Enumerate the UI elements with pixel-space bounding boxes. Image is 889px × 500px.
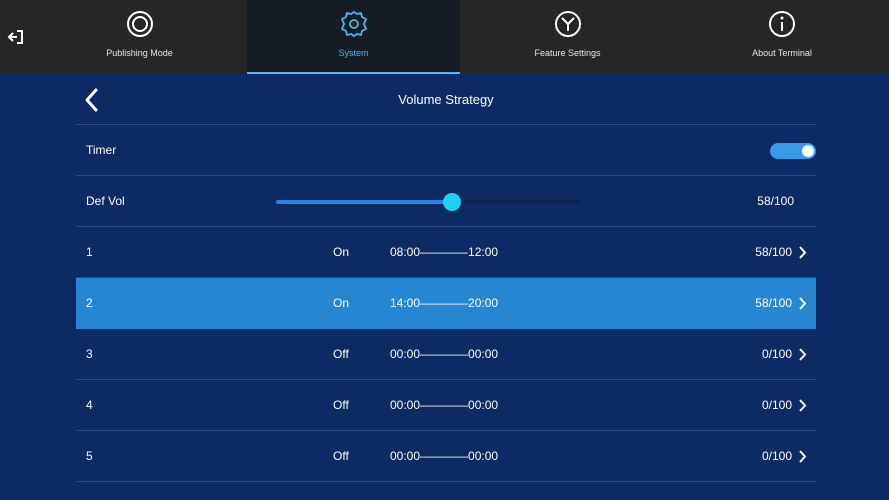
volume-slider-thumb[interactable] xyxy=(442,193,461,211)
timer-label: Timer xyxy=(86,143,117,157)
publishing-mode-icon xyxy=(126,11,153,37)
schedule-volume: 58/100 xyxy=(755,296,792,310)
chevron-right-icon xyxy=(799,399,807,412)
exit-button[interactable] xyxy=(0,0,32,74)
feature-settings-icon xyxy=(554,11,581,37)
chevron-right-icon xyxy=(799,348,807,361)
chevron-left-icon xyxy=(85,88,98,112)
schedule-state: On xyxy=(333,245,350,259)
schedule-time-range: 14:00————20:00 xyxy=(390,296,499,310)
page-title: Volume Strategy xyxy=(398,92,494,107)
schedule-volume: 0/100 xyxy=(761,347,792,361)
schedule-time-range: 00:00————00:00 xyxy=(390,398,499,412)
schedule-row[interactable]: 1 On 08:00————12:00 58/100 xyxy=(76,227,816,278)
schedule-index: 4 xyxy=(86,398,93,412)
schedule-index: 3 xyxy=(86,347,93,361)
gear-icon xyxy=(340,11,367,37)
schedule-state: Off xyxy=(333,347,349,361)
schedule-state: Off xyxy=(333,398,349,412)
def-vol-label: Def Vol xyxy=(86,194,125,208)
info-icon xyxy=(769,11,795,37)
schedule-index: 5 xyxy=(86,449,93,463)
schedule-state: On xyxy=(333,296,350,310)
schedule-time-range: 00:00————00:00 xyxy=(390,347,499,361)
def-vol-value: 58/100 xyxy=(757,194,794,208)
timer-row: Timer xyxy=(76,125,816,176)
tab-label: About Terminal xyxy=(752,48,812,58)
chevron-right-icon xyxy=(799,297,807,310)
tab-label: System xyxy=(338,48,369,58)
def-vol-row: Def Vol 58/100 xyxy=(76,176,816,227)
tab-publishing-mode[interactable]: Publishing Mode xyxy=(32,0,247,74)
volume-slider-fill xyxy=(276,200,452,204)
tab-feature-settings[interactable]: Feature Settings xyxy=(460,0,675,74)
tab-system[interactable]: System xyxy=(247,0,460,74)
schedule-volume: 0/100 xyxy=(761,398,792,412)
schedule-row[interactable]: 3 Off 00:00————00:00 0/100 xyxy=(76,329,816,380)
tab-about-terminal[interactable]: About Terminal xyxy=(675,0,889,74)
schedule-row[interactable]: 5 Off 00:00————00:00 0/100 xyxy=(76,431,816,482)
schedule-time-range: 08:00————12:00 xyxy=(390,245,499,259)
chevron-right-icon xyxy=(799,450,807,463)
back-button[interactable] xyxy=(80,87,104,113)
page-header: Volume Strategy xyxy=(76,74,816,125)
tab-label: Publishing Mode xyxy=(106,48,173,58)
exit-icon xyxy=(7,30,23,44)
timer-toggle[interactable] xyxy=(770,143,816,159)
top-nav-bar: Publishing Mode System Feature Settings … xyxy=(0,0,889,74)
tab-label: Feature Settings xyxy=(534,48,601,58)
chevron-right-icon xyxy=(799,246,807,259)
schedule-index: 1 xyxy=(86,245,93,259)
schedule-volume: 58/100 xyxy=(755,245,792,259)
schedule-index: 2 xyxy=(86,296,93,310)
schedule-state: Off xyxy=(333,449,349,463)
schedule-volume: 0/100 xyxy=(761,449,792,463)
toggle-knob xyxy=(802,145,814,157)
schedule-time-range: 00:00————00:00 xyxy=(390,449,499,463)
volume-slider[interactable] xyxy=(276,193,579,211)
schedule-row[interactable]: 2 On 14:00————20:00 58/100 xyxy=(76,278,816,329)
schedule-row[interactable]: 4 Off 00:00————00:00 0/100 xyxy=(76,380,816,431)
